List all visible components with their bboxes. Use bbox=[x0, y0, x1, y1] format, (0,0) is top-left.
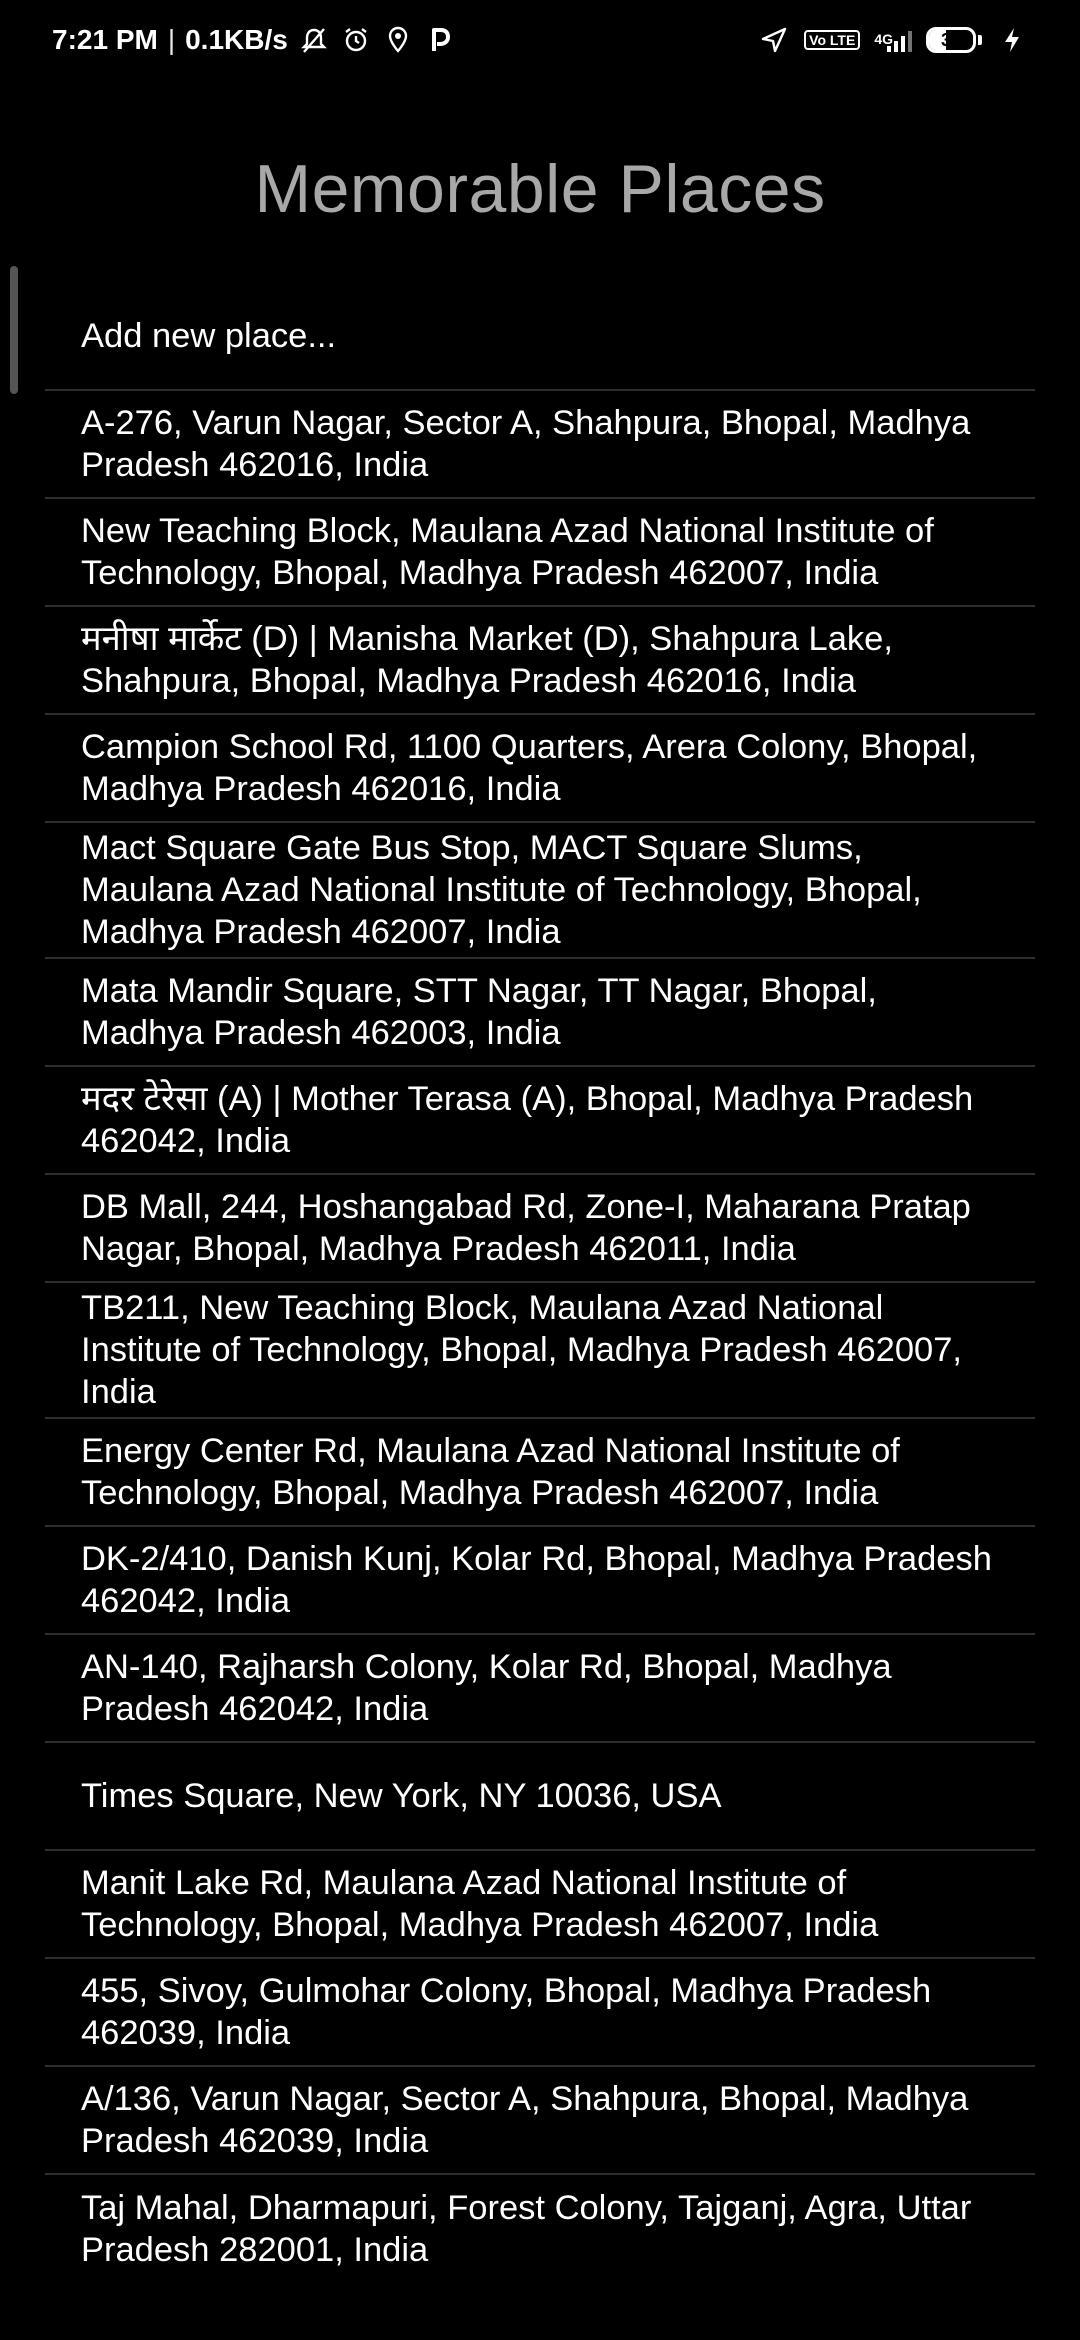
place-list-item[interactable]: AN-140, Rajharsh Colony, Kolar Rd, Bhopa… bbox=[45, 1635, 1035, 1743]
parking-p-icon bbox=[424, 24, 456, 56]
page-title: Memorable Places bbox=[254, 151, 826, 227]
place-list-item[interactable]: A/136, Varun Nagar, Sector A, Shahpura, … bbox=[45, 2067, 1035, 2175]
navigation-arrow-icon bbox=[758, 24, 790, 56]
scrollbar-thumb[interactable] bbox=[10, 266, 18, 394]
place-list-item[interactable]: Taj Mahal, Dharmapuri, Forest Colony, Ta… bbox=[45, 2175, 1035, 2283]
network-speed: 0.1KB/s bbox=[185, 24, 288, 55]
place-list-item[interactable]: Manit Lake Rd, Maulana Azad National Ins… bbox=[45, 1851, 1035, 1959]
place-list-item[interactable]: A-276, Varun Nagar, Sector A, Shahpura, … bbox=[45, 391, 1035, 499]
status-time: 7:21 PM bbox=[52, 24, 158, 55]
place-list-item[interactable]: Campion School Rd, 1100 Quarters, Arera … bbox=[45, 715, 1035, 823]
place-list-item[interactable]: Times Square, New York, NY 10036, USA bbox=[45, 1743, 1035, 1851]
place-list-item[interactable]: Energy Center Rd, Maulana Azad National … bbox=[45, 1419, 1035, 1527]
muted-notification-icon bbox=[298, 24, 330, 56]
place-list-item[interactable]: TB211, New Teaching Block, Maulana Azad … bbox=[45, 1283, 1035, 1419]
place-list-item[interactable]: DK-2/410, Danish Kunj, Kolar Rd, Bhopal,… bbox=[45, 1527, 1035, 1635]
add-new-place-item[interactable]: Add new place... bbox=[45, 283, 1035, 391]
place-list-item[interactable]: मदर टेरेसा (A) | Mother Terasa (A), Bhop… bbox=[45, 1067, 1035, 1175]
status-separator: | bbox=[167, 24, 176, 55]
volte-icon: Vo LTE bbox=[804, 30, 861, 50]
battery-level: 39 bbox=[940, 29, 962, 50]
location-pin-icon bbox=[382, 24, 414, 56]
place-list-item[interactable]: Mact Square Gate Bus Stop, MACT Square S… bbox=[45, 823, 1035, 959]
place-list-item[interactable]: 455, Sivoy, Gulmohar Colony, Bhopal, Mad… bbox=[45, 1959, 1035, 2067]
battery-tip bbox=[978, 35, 982, 45]
place-list-item[interactable]: Mata Mandir Square, STT Nagar, TT Nagar,… bbox=[45, 959, 1035, 1067]
battery-icon: 39 bbox=[926, 27, 976, 53]
charging-bolt-icon bbox=[996, 24, 1028, 56]
place-list-item[interactable]: DB Mall, 244, Hoshangabad Rd, Zone-I, Ma… bbox=[45, 1175, 1035, 1283]
place-list-item[interactable]: New Teaching Block, Maulana Azad Nationa… bbox=[45, 499, 1035, 607]
status-bar: 7:21 PM | 0.1KB/s Vo LTE 4G 39 bbox=[0, 0, 1080, 80]
network-type-label: 4G bbox=[874, 31, 893, 47]
status-bar-right: Vo LTE 4G 39 bbox=[758, 24, 1028, 56]
status-bar-left: 7:21 PM | 0.1KB/s bbox=[52, 24, 456, 56]
places-list[interactable]: Add new place... A-276, Varun Nagar, Sec… bbox=[45, 283, 1035, 2283]
alarm-icon bbox=[340, 24, 372, 56]
place-list-item[interactable]: मनीषा मार्केट (D) | Manisha Market (D), … bbox=[45, 607, 1035, 715]
